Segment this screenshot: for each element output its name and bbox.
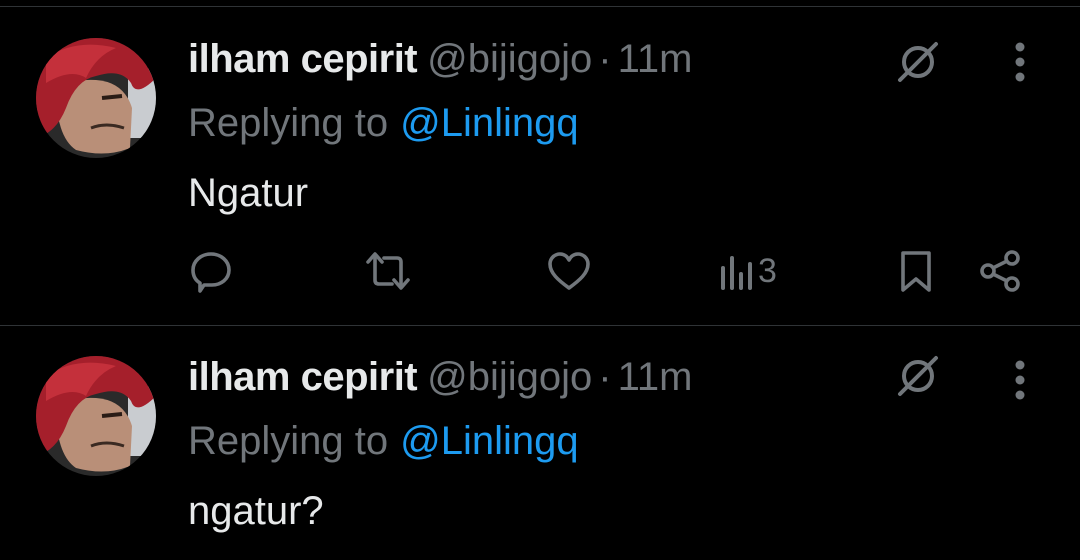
display-name[interactable]: ilham cepirit [188,355,418,399]
retweet-button[interactable] [362,246,414,296]
avatar[interactable] [36,356,156,476]
avatar[interactable] [36,38,156,158]
timestamp[interactable]: 11m [618,37,693,81]
reply-mention-link[interactable]: @Linlingq [400,419,579,463]
more-options-icon[interactable] [1008,40,1032,89]
tweet-text: ngatur? [188,489,324,533]
user-handle[interactable]: @bijigojo [427,355,592,399]
like-button[interactable] [546,246,592,296]
action-bar: 3 [0,246,1080,296]
display-name[interactable]: ilham cepirit [188,37,418,81]
share-button[interactable] [976,246,1024,296]
reply-mention-link[interactable]: @Linlingq [400,101,579,145]
reply-icon [188,248,234,294]
tweet[interactable]: ilham cepirit @bijigojo · 11m Replying to @L… [0,0,1080,326]
grok-icon[interactable] [894,352,942,405]
bookmark-icon [896,248,936,294]
reply-button[interactable] [188,246,234,296]
separator-dot: · [598,37,612,81]
views-button[interactable]: 3 [718,246,777,296]
tweet-header: ilham cepirit @bijigojo · 11m [188,36,692,82]
timestamp[interactable]: 11m [618,355,693,399]
replying-to: Replying to @Linlingq [188,418,579,464]
retweet-icon [362,248,414,294]
tweet-header: ilham cepirit @bijigojo · 11m [188,354,692,400]
more-options-icon[interactable] [1008,358,1032,407]
views-icon [718,248,754,294]
like-icon [546,248,592,294]
grok-icon[interactable] [894,38,942,91]
user-handle[interactable]: @bijigojo [427,37,592,81]
replying-to-label: Replying to [188,419,389,463]
tweet-text: Ngatur [188,171,309,215]
replying-to: Replying to @Linlingq [188,100,579,146]
replying-to-label: Replying to [188,101,389,145]
separator-dot: · [598,355,612,399]
share-icon [976,248,1024,294]
bookmark-button[interactable] [896,246,936,296]
tweet[interactable]: ilham cepirit @bijigojo · 11m Replying to @L… [0,326,1080,560]
views-count: 3 [758,251,777,290]
